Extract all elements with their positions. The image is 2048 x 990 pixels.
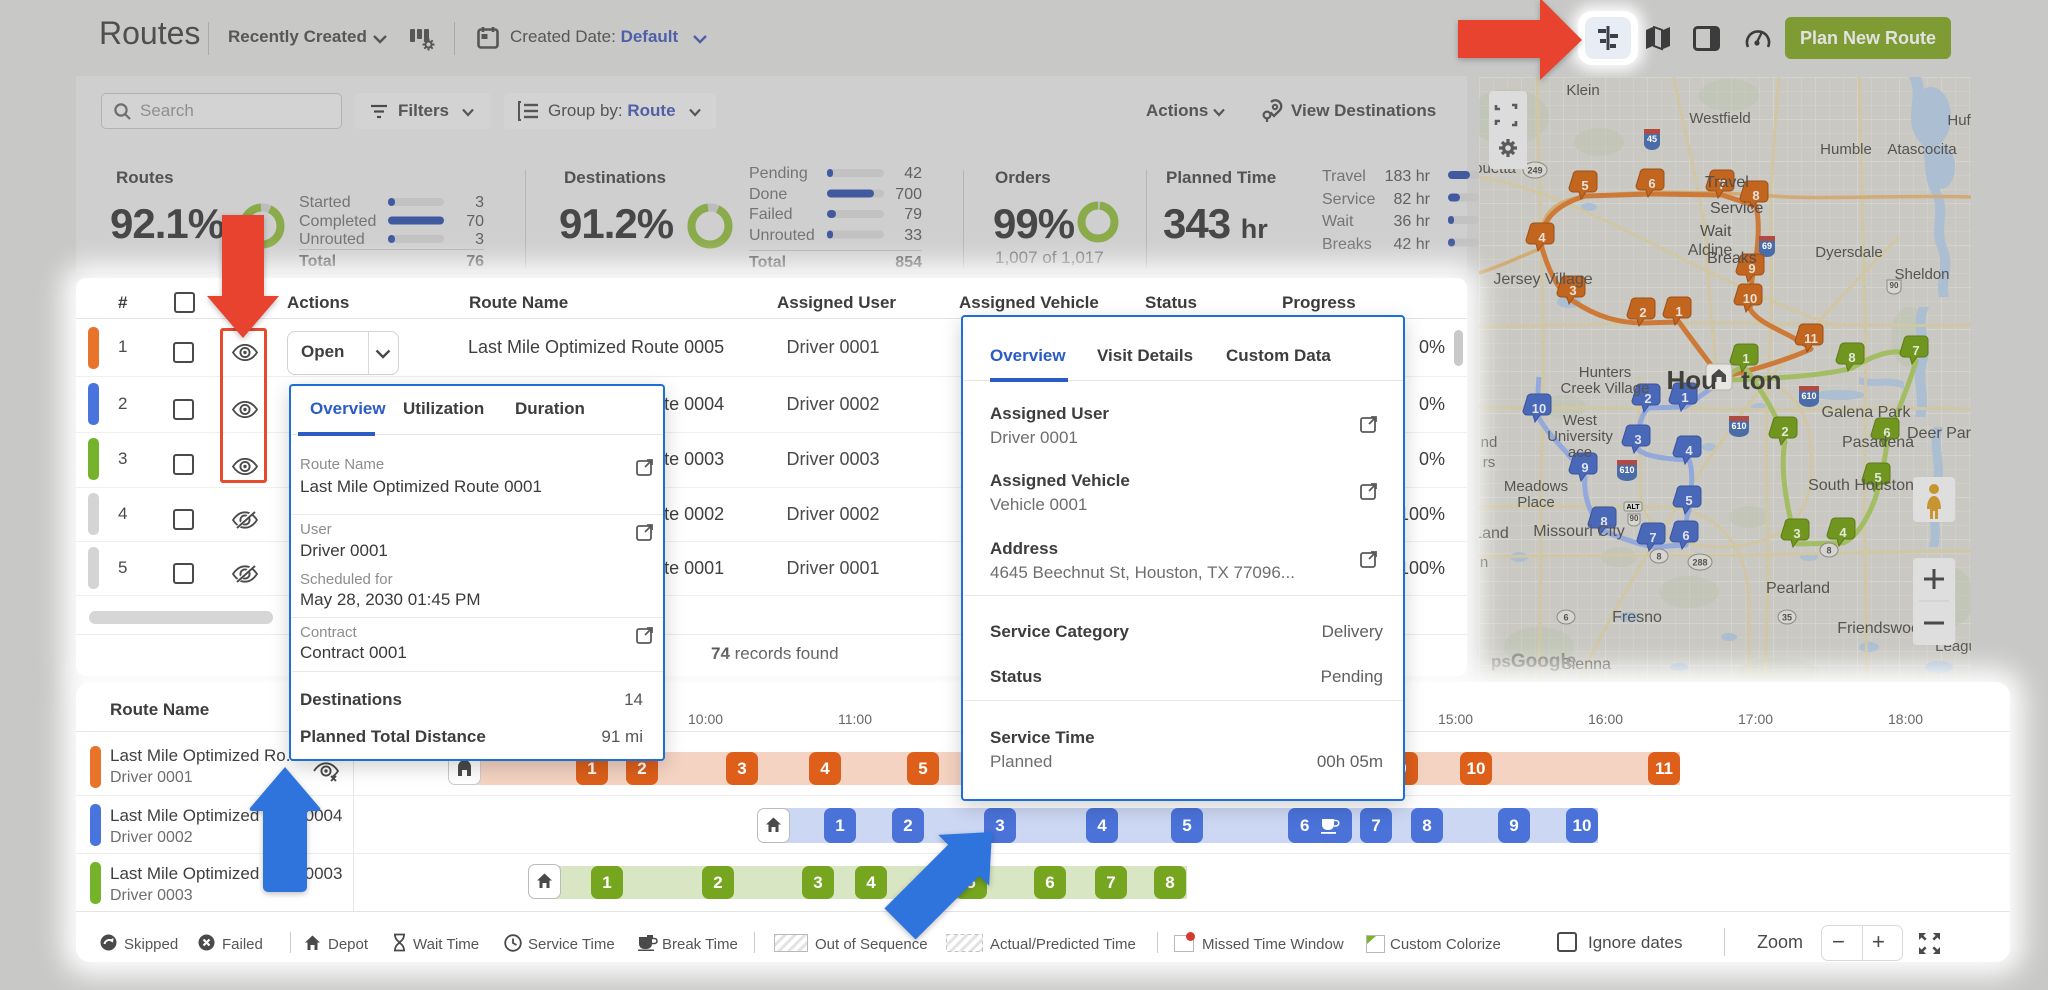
svg-text:Wait: Wait [1700, 223, 1732, 240]
svg-text:2: 2 [1781, 424, 1788, 439]
svg-text:11: 11 [1804, 331, 1818, 346]
svg-text:10: 10 [1532, 401, 1546, 416]
svg-text:Atascocita: Atascocita [1887, 141, 1957, 158]
svg-text:3: 3 [1634, 432, 1641, 447]
svg-text:University: University [1547, 428, 1613, 445]
svg-text:Fresno: Fresno [1612, 609, 1662, 626]
svg-text:5: 5 [1685, 493, 1692, 508]
svg-text:Missouri City: Missouri City [1533, 523, 1625, 540]
svg-text:8: 8 [1848, 350, 1855, 365]
svg-text:Pearland: Pearland [1766, 580, 1830, 597]
svg-text:nd: nd [1481, 434, 1498, 451]
svg-text:10: 10 [1743, 291, 1757, 306]
svg-text:n: n [1480, 554, 1488, 571]
svg-text:Westfield: Westfield [1689, 110, 1750, 127]
svg-text:Huff: Huff [1947, 112, 1971, 129]
svg-text:Service: Service [1710, 200, 1763, 217]
svg-text:Humble: Humble [1820, 141, 1872, 158]
svg-text:ALT: ALT [1626, 504, 1640, 511]
svg-text:Land: Land [1479, 525, 1509, 542]
svg-text:Galena Park: Galena Park [1822, 404, 1912, 421]
svg-text:Hunters: Hunters [1579, 364, 1632, 381]
svg-text:69: 69 [1762, 241, 1772, 251]
svg-text:Jersey Village: Jersey Village [1493, 271, 1592, 288]
svg-text:4: 4 [1685, 443, 1693, 458]
svg-text:9: 9 [1581, 460, 1588, 475]
svg-text:Pasadena: Pasadena [1842, 434, 1914, 451]
svg-text:35: 35 [1782, 613, 1792, 623]
svg-text:7: 7 [1649, 530, 1656, 545]
svg-text:610: 610 [1619, 465, 1634, 475]
svg-text:Deer Park: Deer Park [1907, 425, 1971, 442]
svg-text:ace: ace [1568, 444, 1592, 461]
svg-text:Dyersdale: Dyersdale [1815, 244, 1883, 261]
svg-text:Sheldon: Sheldon [1894, 266, 1949, 283]
svg-text:3: 3 [1793, 526, 1800, 541]
svg-text:7: 7 [1912, 343, 1919, 358]
svg-text:Creek Village: Creek Village [1561, 380, 1650, 397]
svg-text:1: 1 [1675, 304, 1682, 319]
svg-text:West: West [1563, 412, 1598, 429]
svg-text:8: 8 [1826, 546, 1831, 556]
svg-text:South Houston: South Houston [1808, 477, 1914, 494]
svg-text:6: 6 [1648, 176, 1655, 191]
svg-text:6: 6 [1563, 613, 1568, 623]
svg-text:Travel: Travel [1705, 174, 1749, 191]
svg-text:610: 610 [1801, 391, 1816, 401]
svg-text:2: 2 [1639, 305, 1646, 320]
svg-text:288: 288 [1692, 558, 1707, 568]
svg-text:45: 45 [1647, 134, 1657, 144]
svg-text:4: 4 [1538, 230, 1546, 245]
svg-text:610: 610 [1731, 421, 1746, 431]
svg-text:Breaks: Breaks [1707, 250, 1757, 267]
svg-text:1: 1 [1742, 351, 1749, 366]
svg-text:4: 4 [1839, 525, 1847, 540]
svg-text:90: 90 [1630, 514, 1639, 523]
svg-text:249: 249 [1527, 166, 1542, 176]
svg-text:Meadows: Meadows [1504, 478, 1568, 495]
svg-text:6: 6 [1682, 528, 1689, 543]
svg-text:8: 8 [1656, 552, 1661, 562]
svg-text:Place: Place [1517, 494, 1555, 511]
svg-text:5: 5 [1581, 178, 1588, 193]
svg-text:rs: rs [1483, 454, 1496, 471]
svg-text:psGoogle: psGoogle [1491, 651, 1576, 672]
